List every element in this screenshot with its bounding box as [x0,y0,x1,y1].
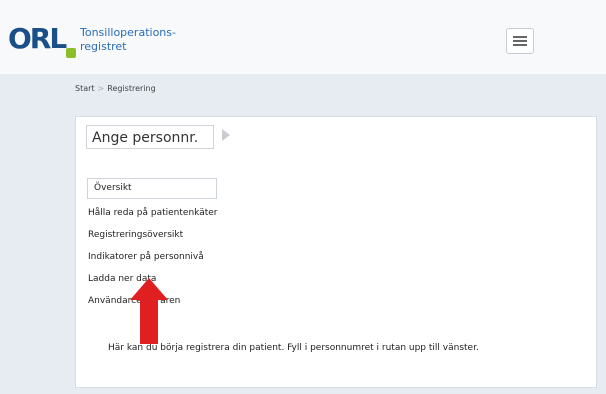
sidebar-item-indikatorer[interactable]: Indikatorer på personnivå [88,252,218,263]
menu-line-icon [513,44,527,46]
menu-line-icon [513,40,527,42]
breadcrumb: Start > Registrering [75,84,156,93]
orl-logo[interactable]: ORL [8,22,67,55]
breadcrumb-separator: > [97,84,105,93]
personnr-submit-arrow-icon[interactable] [222,129,230,141]
sidebar-item-patientenkater[interactable]: Hålla reda på patientenkäter [88,208,218,219]
hamburger-menu-button[interactable] [506,28,534,54]
arrow-shaft [140,299,158,344]
arrow-head [130,278,168,300]
menu-line-icon [513,36,527,38]
personnr-input[interactable]: Ange personnr. [86,125,214,149]
breadcrumb-current: Registrering [107,84,156,93]
breadcrumb-start-link[interactable]: Start [75,84,95,93]
logo-dot-icon [66,48,76,58]
app-header: ORL Tonsilloperations- registret [0,0,606,74]
instruction-message: Här kan du börja registrera din patient.… [108,343,479,353]
sidebar-item-oversikt[interactable]: Översikt [87,178,217,199]
sidebar-item-registreringsoversikt[interactable]: Registreringsöversikt [88,230,218,241]
app-title-line1: Tonsilloperations- [80,26,176,39]
app-title[interactable]: Tonsilloperations- registret [80,26,176,54]
red-arrow-annotation-icon [130,278,168,344]
app-title-line2: registret [80,40,127,53]
